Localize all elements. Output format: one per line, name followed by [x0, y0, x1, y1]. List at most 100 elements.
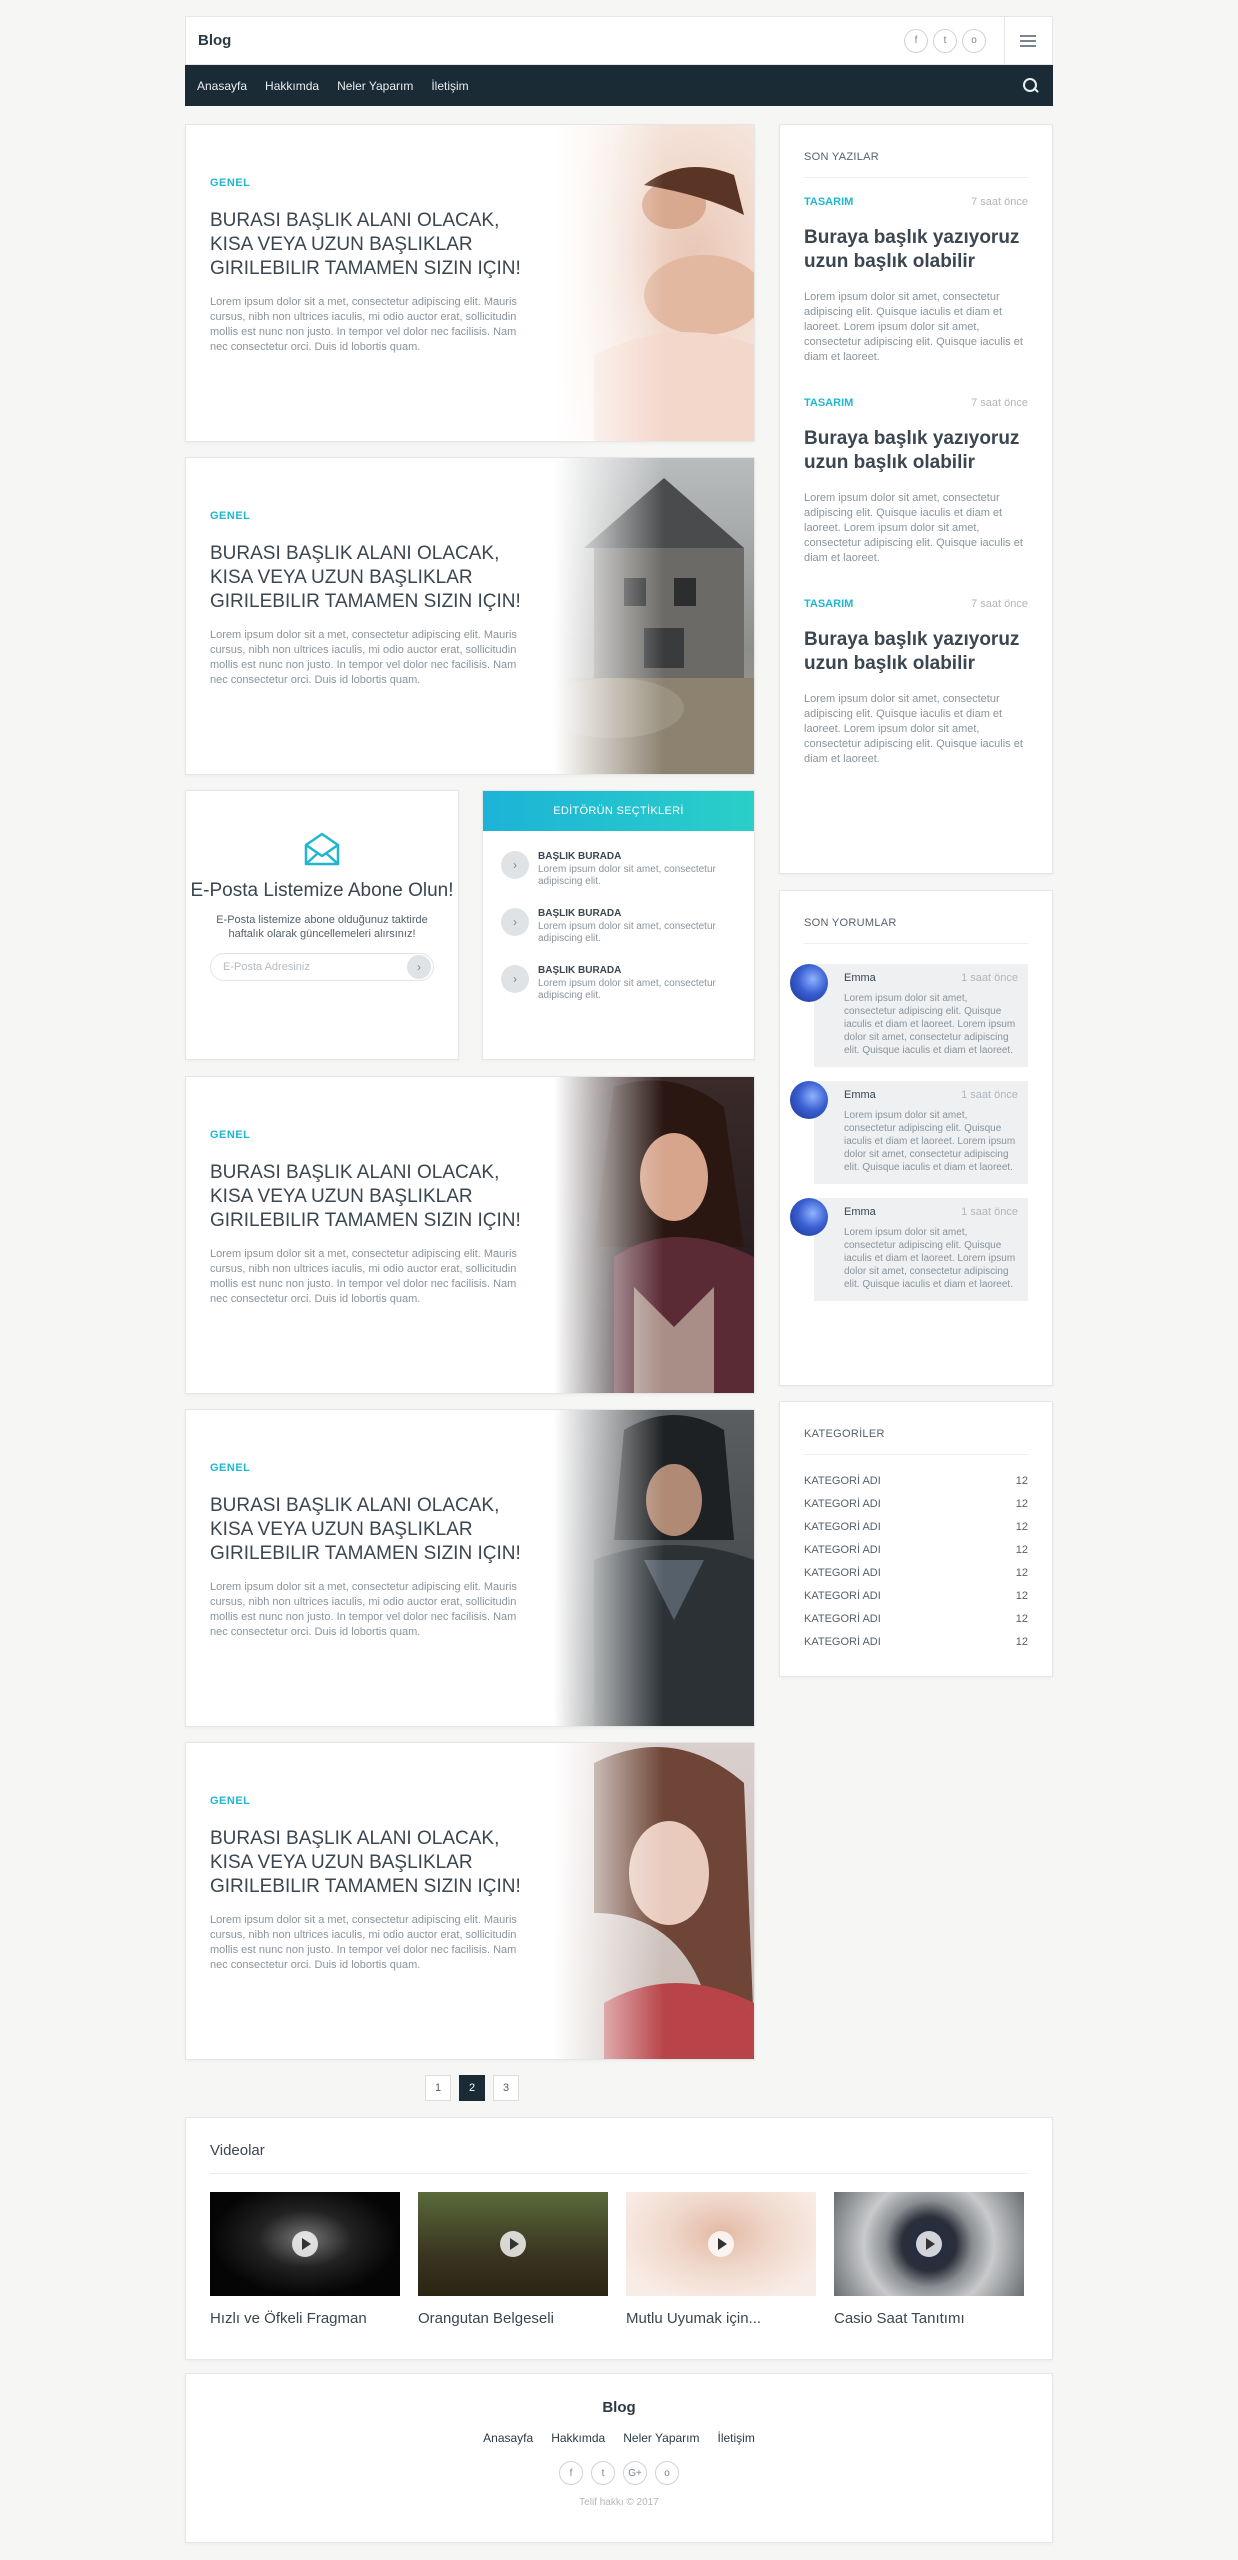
footer-brand[interactable]: Blog	[186, 2399, 1052, 2416]
recent-post-item[interactable]: TASARIM 7 saat önce Buraya başlık yazıyor…	[780, 365, 1052, 566]
post-title[interactable]: BURASI BAŞLIK ALANI OLACAK, KISA VEYA UZ…	[210, 1827, 530, 1899]
avatar[interactable]	[790, 1081, 828, 1119]
twitter-icon[interactable]: t	[933, 28, 957, 53]
category-item[interactable]: KATEGORİ ADI 12	[780, 1469, 1052, 1492]
category-item[interactable]: KATEGORİ ADI 12	[780, 1492, 1052, 1515]
nav-link-about[interactable]: Hakkımda	[265, 79, 319, 93]
brand-logo[interactable]: Blog	[198, 32, 231, 49]
video-item[interactable]: Hızlı ve Öfkeli Fragman	[210, 2192, 400, 2327]
instagram-icon[interactable]: o	[962, 28, 986, 53]
comment-author[interactable]: Emma	[844, 1206, 876, 1218]
nav-link-contact[interactable]: İletişim	[431, 79, 468, 93]
editor-pick-title[interactable]: BAŞLIK BURADA	[538, 908, 736, 919]
editor-pick-item[interactable]: › BAŞLIK BURADA Lorem ipsum dolor sit ame…	[501, 851, 736, 888]
post-title[interactable]: BURASI BAŞLIK ALANI OLACAK, KISA VEYA UZ…	[210, 1161, 530, 1233]
chevron-right-icon[interactable]: ›	[501, 965, 529, 993]
page-button[interactable]: 1	[425, 2075, 451, 2101]
video-item[interactable]: Casio Saat Tanıtımı	[834, 2192, 1024, 2327]
post-card[interactable]: GENEL BURASI BAŞLIK ALANI OLACAK, KISA V…	[185, 457, 755, 775]
category-item[interactable]: KATEGORİ ADI 12	[780, 1584, 1052, 1607]
category-item[interactable]: KATEGORİ ADI 12	[780, 1538, 1052, 1561]
post-card[interactable]: GENEL BURASI BAŞLIK ALANI OLACAK, KISA V…	[185, 1076, 755, 1394]
play-icon[interactable]	[916, 2231, 942, 2257]
post-card[interactable]: GENEL BURASI BAŞLIK ALANI OLACAK, KISA V…	[185, 1409, 755, 1727]
footer-link-contact[interactable]: İletişim	[718, 2431, 755, 2445]
post-image[interactable]	[554, 1743, 754, 2059]
post-category[interactable]: GENEL	[210, 177, 530, 189]
avatar[interactable]	[790, 1198, 828, 1236]
post-title[interactable]: BURASI BAŞLIK ALANI OLACAK, KISA VEYA UZ…	[210, 1494, 530, 1566]
video-thumbnail[interactable]	[626, 2192, 816, 2296]
post-category[interactable]: GENEL	[210, 1129, 530, 1141]
post-card[interactable]: GENEL BURASI BAŞLIK ALANI OLACAK, KISA V…	[185, 1742, 755, 2060]
hamburger-icon[interactable]	[1020, 34, 1036, 47]
comment-author[interactable]: Emma	[844, 972, 876, 984]
recent-post-category[interactable]: TASARIM	[804, 397, 853, 409]
category-name[interactable]: KATEGORİ ADI	[804, 1544, 881, 1556]
nav-link-work[interactable]: Neler Yaparım	[337, 79, 413, 93]
video-thumbnail[interactable]	[418, 2192, 608, 2296]
facebook-icon[interactable]: f	[559, 2461, 583, 2485]
category-name[interactable]: KATEGORİ ADI	[804, 1475, 881, 1487]
editor-pick-title[interactable]: BAŞLIK BURADA	[538, 851, 736, 862]
category-item[interactable]: KATEGORİ ADI 12	[780, 1561, 1052, 1584]
recent-post-title[interactable]: Buraya başlık yazıyoruz uzun başlık olab…	[804, 427, 1028, 475]
recent-post-title[interactable]: Buraya başlık yazıyoruz uzun başlık olab…	[804, 226, 1028, 274]
recent-post-category[interactable]: TASARIM	[804, 196, 853, 208]
nav-link-home[interactable]: Anasayfa	[197, 79, 247, 93]
play-icon[interactable]	[500, 2231, 526, 2257]
post-card[interactable]: GENEL BURASI BAŞLIK ALANI OLACAK, KISA V…	[185, 124, 755, 442]
video-title[interactable]: Hızlı ve Öfkeli Fragman	[210, 2310, 400, 2327]
category-name[interactable]: KATEGORİ ADI	[804, 1613, 881, 1625]
video-title[interactable]: Mutlu Uyumak için...	[626, 2310, 816, 2327]
video-title[interactable]: Casio Saat Tanıtımı	[834, 2310, 1024, 2327]
video-title[interactable]: Orangutan Belgeseli	[418, 2310, 608, 2327]
category-item[interactable]: KATEGORİ ADI 12	[780, 1515, 1052, 1538]
comment-item[interactable]: Emma 1 saat önce Lorem ipsum dolor sit ame…	[790, 1081, 1028, 1184]
footer-link-about[interactable]: Hakkımda	[551, 2431, 605, 2445]
comment-author[interactable]: Emma	[844, 1089, 876, 1101]
editor-pick-title[interactable]: BAŞLIK BURADA	[538, 965, 736, 976]
category-item[interactable]: KATEGORİ ADI 12	[780, 1607, 1052, 1630]
category-name[interactable]: KATEGORİ ADI	[804, 1567, 881, 1579]
footer-link-work[interactable]: Neler Yaparım	[623, 2431, 699, 2445]
footer-link-home[interactable]: Anasayfa	[483, 2431, 533, 2445]
category-name[interactable]: KATEGORİ ADI	[804, 1590, 881, 1602]
video-thumbnail[interactable]	[834, 2192, 1024, 2296]
post-category[interactable]: GENEL	[210, 1462, 530, 1474]
email-placeholder[interactable]: E-Posta Adresiniz	[223, 961, 310, 973]
recent-post-title[interactable]: Buraya başlık yazıyoruz uzun başlık olab…	[804, 628, 1028, 676]
facebook-icon[interactable]: f	[904, 28, 928, 53]
page-button-active[interactable]: 2	[459, 2075, 485, 2101]
avatar[interactable]	[790, 964, 828, 1002]
play-icon[interactable]	[292, 2231, 318, 2257]
chevron-right-icon[interactable]: ›	[407, 955, 431, 979]
post-image[interactable]	[554, 1410, 754, 1726]
recent-post-category[interactable]: TASARIM	[804, 598, 853, 610]
comment-item[interactable]: Emma 1 saat önce Lorem ipsum dolor sit ame…	[790, 1198, 1028, 1301]
post-category[interactable]: GENEL	[210, 510, 530, 522]
recent-post-item[interactable]: TASARIM 7 saat önce Buraya başlık yazıyor…	[780, 566, 1052, 767]
category-name[interactable]: KATEGORİ ADI	[804, 1498, 881, 1510]
instagram-icon[interactable]: o	[655, 2461, 679, 2485]
chevron-right-icon[interactable]: ›	[501, 908, 529, 936]
category-item[interactable]: KATEGORİ ADI 12	[780, 1630, 1052, 1653]
play-icon[interactable]	[708, 2231, 734, 2257]
category-name[interactable]: KATEGORİ ADI	[804, 1636, 881, 1648]
recent-post-item[interactable]: TASARIM 7 saat önce Buraya başlık yazıyor…	[780, 178, 1052, 365]
editor-pick-item[interactable]: › BAŞLIK BURADA Lorem ipsum dolor sit ame…	[501, 908, 736, 945]
search-icon[interactable]	[1023, 77, 1039, 94]
comment-item[interactable]: Emma 1 saat önce Lorem ipsum dolor sit ame…	[790, 964, 1028, 1067]
post-title[interactable]: BURASI BAŞLIK ALANI OLACAK, KISA VEYA UZ…	[210, 542, 530, 614]
twitter-icon[interactable]: t	[591, 2461, 615, 2485]
editor-pick-item[interactable]: › BAŞLIK BURADA Lorem ipsum dolor sit ame…	[501, 965, 736, 1002]
video-item[interactable]: Mutlu Uyumak için...	[626, 2192, 816, 2327]
google-plus-icon[interactable]: G+	[623, 2461, 647, 2485]
page-button[interactable]: 3	[493, 2075, 519, 2101]
post-category[interactable]: GENEL	[210, 1795, 530, 1807]
post-image[interactable]	[554, 125, 754, 441]
post-image[interactable]	[554, 1077, 754, 1393]
chevron-right-icon[interactable]: ›	[501, 851, 529, 879]
category-name[interactable]: KATEGORİ ADI	[804, 1521, 881, 1533]
post-image[interactable]	[554, 458, 754, 774]
